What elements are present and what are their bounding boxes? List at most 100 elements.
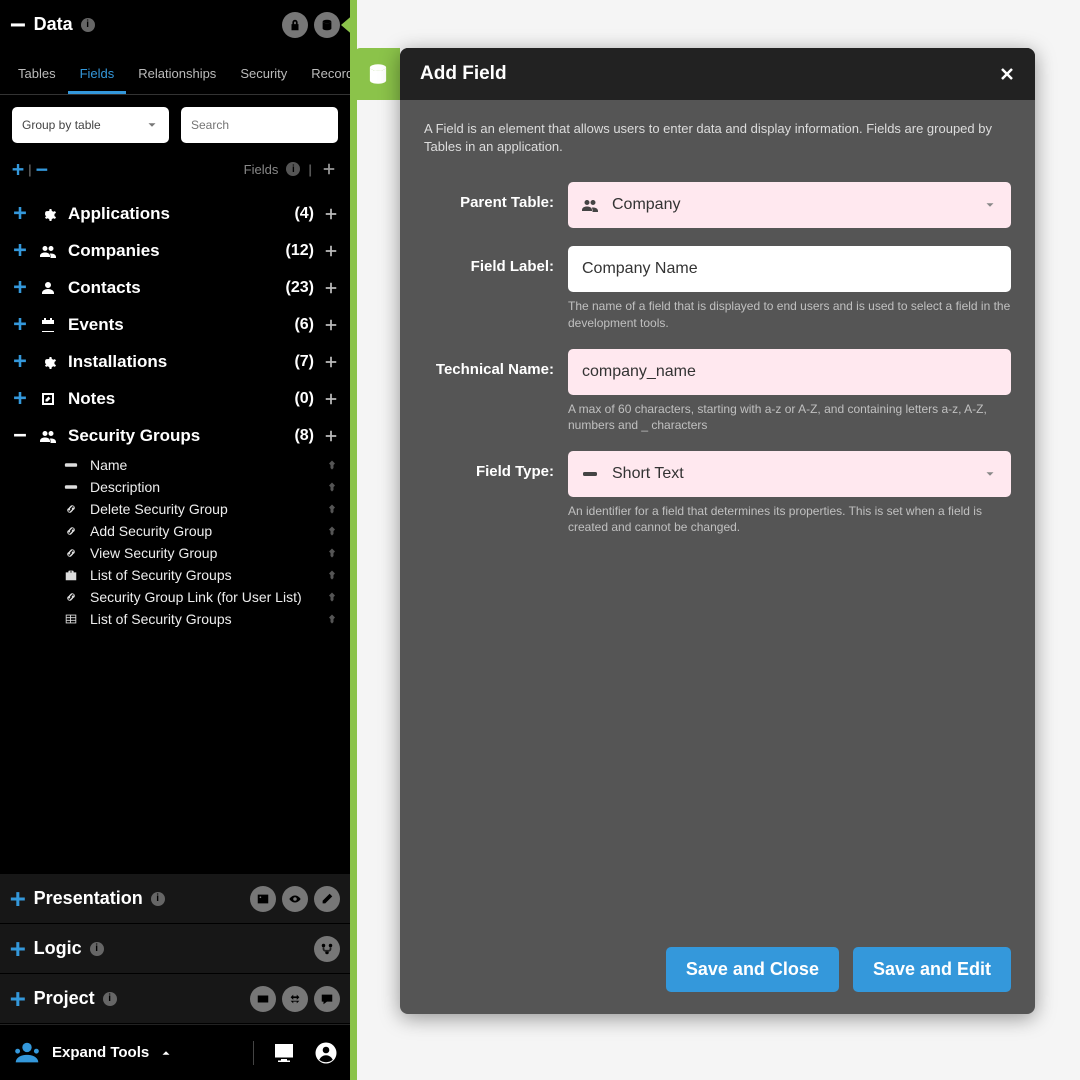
modal-footer: Save and Close Save and Edit (400, 947, 1035, 1014)
add-icon[interactable] (324, 281, 338, 295)
category-companies[interactable]: + Companies (12) (0, 232, 350, 269)
category-label: Contacts (68, 278, 276, 298)
card-button[interactable] (250, 986, 276, 1012)
preview-button[interactable] (282, 886, 308, 912)
app-logo-icon (12, 1038, 42, 1068)
add-icon[interactable] (324, 429, 338, 443)
modal-title: Add Field (420, 63, 507, 85)
category-installations[interactable]: + Installations (7) (0, 343, 350, 380)
section-presentation-header[interactable]: + Presentation i (0, 874, 350, 924)
chevron-up-icon (159, 1046, 173, 1060)
field-item[interactable]: Description (0, 476, 350, 498)
category-label: Events (68, 315, 284, 335)
category-events[interactable]: + Events (6) (0, 306, 350, 343)
info-icon[interactable]: i (151, 892, 165, 906)
section-project-label: Project (34, 988, 95, 1009)
pin-icon[interactable] (326, 481, 338, 493)
category-count: (0) (294, 390, 314, 408)
branches-button[interactable] (314, 936, 340, 962)
section-logic-label: Logic (34, 938, 82, 959)
field-label: Add Security Group (90, 523, 316, 539)
gear-icon (38, 206, 58, 222)
database-button[interactable] (314, 12, 340, 38)
lock-button[interactable] (282, 12, 308, 38)
parent-table-select[interactable]: Company (568, 182, 1011, 228)
users-icon (38, 243, 58, 259)
category-count: (23) (286, 279, 314, 297)
info-icon[interactable]: i (103, 992, 117, 1006)
field-type-value: Short Text (612, 465, 684, 483)
field-item[interactable]: Name (0, 454, 350, 476)
tab-relationships[interactable]: Relationships (126, 56, 228, 94)
pin-icon[interactable] (326, 591, 338, 603)
collapse-all-icon[interactable]: − (36, 157, 48, 181)
help-field-type: An identifier for a field that determine… (568, 503, 1011, 535)
pin-icon[interactable] (326, 547, 338, 559)
field-item[interactable]: List of Security Groups (0, 564, 350, 586)
collapse-sidebar-arrow-icon[interactable] (341, 13, 355, 37)
add-icon[interactable] (324, 318, 338, 332)
chat-button[interactable] (314, 986, 340, 1012)
field-label-input[interactable] (568, 246, 1011, 292)
expand-icon: + (12, 238, 28, 263)
category-label: Notes (68, 389, 284, 409)
pin-icon[interactable] (326, 459, 338, 471)
section-logic-header[interactable]: + Logic i (0, 924, 350, 974)
add-icon[interactable] (324, 207, 338, 221)
field-item[interactable]: Add Security Group (0, 520, 350, 542)
user-avatar-icon[interactable] (314, 1041, 338, 1065)
info-icon[interactable]: i (81, 18, 95, 32)
edit-button[interactable] (314, 886, 340, 912)
pin-icon[interactable] (326, 569, 338, 581)
add-icon[interactable] (324, 244, 338, 258)
tab-security[interactable]: Security (228, 56, 299, 94)
field-item[interactable]: List of Security Groups (0, 608, 350, 630)
section-project-header[interactable]: + Project i (0, 974, 350, 1024)
expand-icon: + (12, 275, 28, 300)
category-count: (12) (286, 242, 314, 260)
expand-icon: + (10, 934, 26, 964)
expand-tools-button[interactable]: Expand Tools (12, 1038, 173, 1068)
technical-name-input[interactable] (568, 349, 1011, 395)
picture-button[interactable] (250, 886, 276, 912)
save-and-edit-button[interactable]: Save and Edit (853, 947, 1011, 992)
category-notes[interactable]: + Notes (0) (0, 380, 350, 417)
sync-button[interactable] (282, 986, 308, 1012)
search-input[interactable] (191, 118, 328, 132)
footer: Expand Tools (0, 1024, 350, 1080)
group-by-dropdown[interactable]: Group by table (12, 107, 169, 143)
users-gear-icon (38, 428, 58, 444)
sidebar: − Data i Tables Fields Relationships Sec… (0, 0, 350, 1080)
desktop-icon[interactable] (272, 1041, 296, 1065)
category-contacts[interactable]: + Contacts (23) (0, 269, 350, 306)
pin-icon[interactable] (326, 613, 338, 625)
save-and-close-button[interactable]: Save and Close (666, 947, 839, 992)
pin-icon[interactable] (326, 525, 338, 537)
field-label: Delete Security Group (90, 501, 316, 517)
add-icon[interactable] (324, 392, 338, 406)
expand-all-icon[interactable]: + (12, 157, 24, 181)
field-item[interactable]: View Security Group (0, 542, 350, 564)
section-data-header[interactable]: − Data i (0, 0, 350, 50)
add-field-button[interactable] (320, 160, 338, 178)
tab-fields[interactable]: Fields (68, 56, 127, 94)
info-icon[interactable]: i (286, 162, 300, 176)
category-security-groups[interactable]: − Security Groups (8) (0, 417, 350, 454)
category-applications[interactable]: + Applications (4) (0, 195, 350, 232)
bar-icon (62, 458, 80, 472)
group-by-label: Group by table (22, 118, 101, 132)
add-icon[interactable] (324, 355, 338, 369)
field-type-select[interactable]: Short Text (568, 451, 1011, 497)
pin-icon[interactable] (326, 503, 338, 515)
label-field-type: Field Type: (424, 451, 554, 480)
field-item[interactable]: Delete Security Group (0, 498, 350, 520)
field-label: View Security Group (90, 545, 316, 561)
close-icon[interactable] (999, 66, 1015, 82)
tab-tables[interactable]: Tables (6, 56, 68, 94)
expand-icon: + (10, 884, 26, 914)
info-icon[interactable]: i (90, 942, 104, 956)
field-item[interactable]: Security Group Link (for User List) (0, 586, 350, 608)
category-count: (7) (294, 353, 314, 371)
expand-icon: + (12, 386, 28, 411)
expand-icon: + (12, 201, 28, 226)
